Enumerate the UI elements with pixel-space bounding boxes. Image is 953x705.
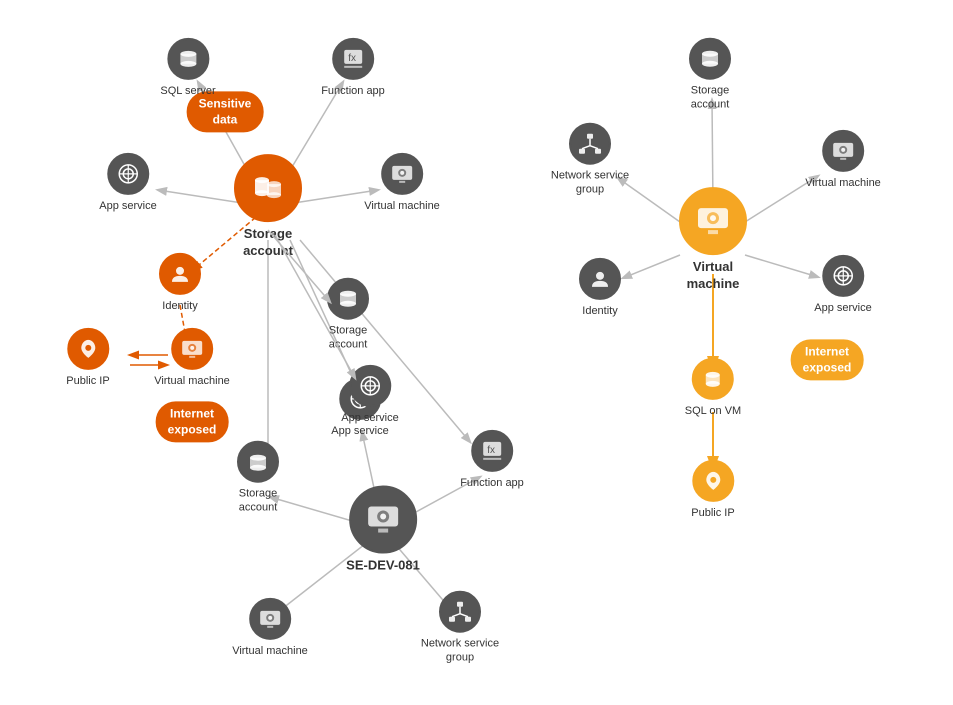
function-app-bottom-node[interactable]: fx Function app — [460, 430, 524, 490]
virtual-machine-top-right-label: Virtual machine — [364, 199, 440, 213]
app-service-left-label: App service — [99, 199, 156, 213]
sql-on-vm-label: SQL on VM — [685, 404, 741, 418]
virtual-machine-right-label: Virtual machine — [805, 176, 881, 190]
function-app-top-label: Function app — [321, 84, 385, 98]
identity-left-node[interactable]: Identity — [159, 253, 201, 313]
virtual-machine-top-right[interactable]: Virtual machine — [364, 153, 440, 213]
app-service-right-label: App service — [814, 301, 871, 315]
function-app-top-node[interactable]: fx Function app — [321, 38, 385, 98]
svg-text:fx: fx — [348, 53, 356, 64]
virtual-machine-right-center-label: Virtual machine — [668, 259, 758, 293]
virtual-machine-bottom-node[interactable]: Virtual machine — [232, 598, 308, 658]
svg-text:fx: fx — [487, 445, 495, 456]
internet-exposed-left-badge[interactable]: Internetexposed — [156, 397, 229, 442]
identity-right-node[interactable]: Identity — [579, 258, 621, 318]
network-service-group-right-node[interactable]: Network service group — [550, 123, 630, 198]
identity-right-label: Identity — [582, 304, 617, 318]
app-service-left-node[interactable]: App service — [99, 153, 156, 213]
sql-server-node[interactable]: SQL server — [160, 38, 215, 98]
storage-account-top-right-node[interactable]: Storage account — [670, 38, 750, 113]
virtual-machine-bottom-label: Virtual machine — [232, 644, 308, 658]
public-ip-right-node[interactable]: Public IP — [691, 460, 734, 520]
virtual-machine-left-label: Virtual machine — [154, 374, 230, 388]
virtual-machine-right-node[interactable]: Virtual machine — [805, 130, 881, 190]
diagram-container: Storage account Sensitivedata SQL server… — [0, 0, 953, 705]
public-ip-left-node[interactable]: Public IP — [66, 328, 109, 388]
se-dev-081-label: SE-DEV-081 — [346, 558, 420, 575]
app-service-mid-node[interactable]: App service — [341, 365, 398, 425]
storage-account-center[interactable]: Storage account — [223, 154, 313, 260]
sql-server-label: SQL server — [160, 84, 215, 98]
internet-exposed-right-badge[interactable]: Internetexposed — [791, 335, 864, 380]
sql-on-vm-node[interactable]: SQL on VM — [685, 358, 741, 418]
internet-exposed-left-text: Internetexposed — [156, 401, 229, 442]
identity-left-label: Identity — [162, 299, 197, 313]
internet-exposed-right-text: Internetexposed — [791, 339, 864, 380]
storage-account-bottom-node[interactable]: Storage account — [218, 441, 298, 516]
network-bottom-node[interactable]: Network service group — [420, 591, 500, 666]
app-service-right-node[interactable]: App service — [814, 255, 871, 315]
app-service-bottom-label: App service — [331, 424, 388, 438]
storage-account-bottom-label: Storage account — [218, 487, 298, 516]
se-dev-081-center[interactable]: SE-DEV-081 — [346, 486, 420, 575]
public-ip-right-label: Public IP — [691, 506, 734, 520]
public-ip-left-label: Public IP — [66, 374, 109, 388]
storage-account-mid-left[interactable]: Storageaccount — [327, 278, 369, 353]
network-bottom-label: Network service group — [420, 637, 500, 666]
storage-account-top-right-label: Storage account — [670, 84, 750, 113]
network-service-group-right-label: Network service group — [550, 169, 630, 198]
virtual-machine-right-center[interactable]: Virtual machine — [668, 187, 758, 293]
storage-account-mid-label: Storageaccount — [329, 324, 368, 353]
function-app-bottom-label: Function app — [460, 476, 524, 490]
app-service-mid-label: App service — [341, 411, 398, 425]
virtual-machine-left-node[interactable]: Virtual machine — [154, 328, 230, 388]
storage-account-center-label: Storage account — [223, 226, 313, 260]
